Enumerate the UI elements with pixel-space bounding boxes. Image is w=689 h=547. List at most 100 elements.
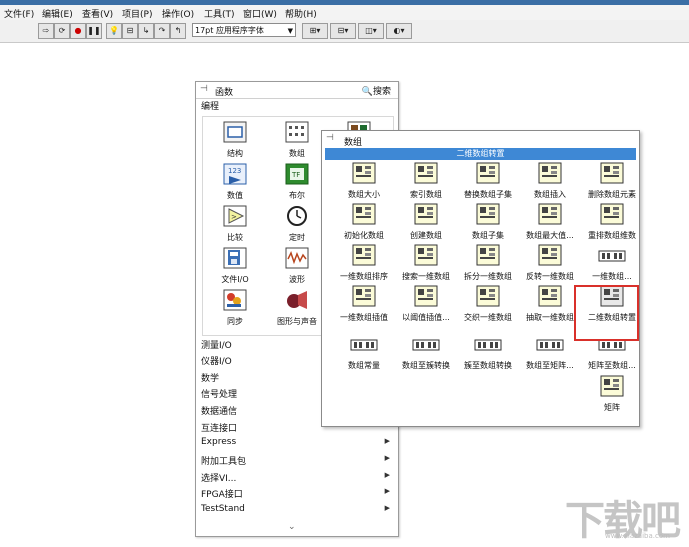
- array-fn-threshold-1d-array[interactable]: 以阈值插值...: [395, 285, 457, 327]
- array-fn-replace-subset[interactable]: 替换数组子集: [457, 162, 519, 204]
- array-fn-label: 一维数组...: [592, 272, 632, 281]
- chevron-right-icon: ▶: [384, 454, 390, 462]
- array-to-cluster-icon: [412, 339, 440, 351]
- fn-boolean[interactable]: TF 布尔: [269, 163, 325, 203]
- subpalette-select-vi[interactable]: 选择VI... ▶: [201, 471, 393, 485]
- array-fn-rotate-1d-array[interactable]: 一维数组...: [581, 244, 643, 286]
- array-icon: [285, 121, 309, 143]
- array-fn-label: 数组大小: [348, 190, 380, 199]
- array-fn-initialize-array[interactable]: 初始化数组: [333, 203, 395, 245]
- fn-timing[interactable]: 定时: [269, 205, 325, 245]
- array-fn-array-subset[interactable]: 数组子集: [457, 203, 519, 245]
- chevron-right-icon: ▶: [384, 504, 390, 512]
- array-fn-decimate-1d-array[interactable]: 抽取一维数组: [519, 285, 581, 327]
- pin-icon[interactable]: ⊣: [326, 133, 334, 143]
- array-fn-matrix[interactable]: 矩阵: [581, 375, 643, 417]
- comparison-icon: >: [223, 205, 247, 227]
- search-icon: 🔍: [361, 87, 373, 97]
- array-to-matrix-icon: [536, 339, 564, 351]
- fn-numeric[interactable]: 123 数值: [207, 163, 263, 203]
- split-1d-array-icon: [476, 244, 500, 266]
- menu-tools[interactable]: 工具(T): [204, 7, 235, 20]
- category-heading[interactable]: 编程: [201, 99, 219, 112]
- array-fn-label: 矩阵至数组...: [588, 361, 636, 370]
- retain-wire-values-icon[interactable]: ⊟: [122, 23, 138, 39]
- fn-synchronization[interactable]: 同步: [207, 289, 263, 329]
- structures-icon: [223, 121, 247, 143]
- subpalette-fpga-interface[interactable]: FPGA接口 ▶: [201, 487, 393, 501]
- run-arrow-icon[interactable]: ⇨: [38, 23, 54, 39]
- highlight-execution-icon[interactable]: 💡: [106, 23, 122, 39]
- subpalette-express[interactable]: Express ▶: [201, 437, 393, 451]
- array-fn-label: 搜索一维数组: [402, 272, 450, 281]
- resize-objects-icon[interactable]: ◫▾: [358, 23, 384, 39]
- array-fn-label: 数组最大值...: [526, 231, 574, 240]
- array-fn-array-to-cluster[interactable]: 数组至簇转换: [395, 333, 457, 375]
- subpalette-teststand[interactable]: TestStand ▶: [201, 504, 393, 518]
- array-fn-label: 数组至簇转换: [402, 361, 450, 370]
- fn-structures[interactable]: 结构: [207, 121, 263, 161]
- abort-icon[interactable]: ●: [70, 23, 86, 39]
- array-fn-index-array[interactable]: 索引数组: [395, 162, 457, 204]
- reorder-icon[interactable]: ◐▾: [386, 23, 412, 39]
- search-button[interactable]: 🔍搜索: [359, 83, 394, 98]
- fn-waveform[interactable]: 波形: [269, 247, 325, 287]
- subpalette-addons[interactable]: 附加工具包 ▶: [201, 454, 393, 468]
- array-fn-label: 以阈值插值...: [402, 313, 450, 322]
- array-fn-label: 数组子集: [472, 231, 504, 240]
- array-fn-label: 替换数组子集: [464, 190, 512, 199]
- menu-view[interactable]: 查看(V): [82, 7, 113, 20]
- menu-edit[interactable]: 编辑(E): [42, 7, 73, 20]
- chevron-right-icon: ▶: [384, 471, 390, 479]
- array-fn-array-max-min[interactable]: 数组最大值...: [519, 203, 581, 245]
- fn-comparison[interactable]: > 比较: [207, 205, 263, 245]
- array-fn-cluster-to-array[interactable]: 簇至数组转换: [457, 333, 519, 375]
- array-fn-delete-from-array[interactable]: 删除数组元素: [581, 162, 643, 204]
- run-continuously-icon[interactable]: ⟳: [54, 23, 70, 39]
- array-fn-label: 反转一维数组: [526, 272, 574, 281]
- expand-more-icon[interactable]: ⌄: [288, 522, 296, 532]
- distribute-objects-icon[interactable]: ⊟▾: [330, 23, 356, 39]
- step-over-icon[interactable]: ↷: [154, 23, 170, 39]
- menu-file[interactable]: 文件(F): [4, 7, 34, 20]
- pause-icon[interactable]: ❚❚: [86, 23, 102, 39]
- menu-operate[interactable]: 操作(O): [162, 7, 194, 20]
- array-fn-insert-into-array[interactable]: 数组插入: [519, 162, 581, 204]
- array-fn-label: 抽取一维数组: [526, 313, 574, 322]
- interleave-1d-arrays-icon: [476, 285, 500, 307]
- array-fn-reverse-1d-array[interactable]: 反转一维数组: [519, 244, 581, 286]
- step-into-icon[interactable]: ↳: [138, 23, 154, 39]
- array-fn-search-1d-array[interactable]: 搜索一维数组: [395, 244, 457, 286]
- font-select[interactable]: 17pt 应用程序字体 ▼: [192, 23, 296, 37]
- matrix-icon: [600, 375, 624, 397]
- waveform-icon: [285, 247, 309, 269]
- array-fn-array-to-matrix[interactable]: 数组至矩阵...: [519, 333, 581, 375]
- svg-text:123: 123: [228, 167, 241, 175]
- numeric-icon: 123: [223, 163, 247, 185]
- fn-graphics-sound[interactable]: 图形与声音: [269, 289, 325, 329]
- array-fn-label: 交织一维数组: [464, 313, 512, 322]
- menu-window[interactable]: 窗口(W): [243, 7, 277, 20]
- pin-icon[interactable]: ⊣: [200, 84, 208, 94]
- array-fn-sort-1d-array[interactable]: 一维数组排序: [333, 244, 395, 286]
- menu-project[interactable]: 项目(P): [122, 7, 152, 20]
- array-fn-label: 一维数组插值: [340, 313, 388, 322]
- array-fn-interpolate-1d-array[interactable]: 一维数组插值: [333, 285, 395, 327]
- index-array-icon: [414, 162, 438, 184]
- array-fn-array-constant[interactable]: 数组常量: [333, 333, 395, 375]
- array-fn-label: 索引数组: [410, 190, 442, 199]
- fn-file-io[interactable]: 文件I/O: [207, 247, 263, 287]
- array-fn-split-1d-array[interactable]: 拆分一维数组: [457, 244, 519, 286]
- watermark-logo: 下载吧 www.xiazaiba.com: [565, 488, 683, 544]
- array-fn-build-array[interactable]: 创建数组: [395, 203, 457, 245]
- step-out-icon[interactable]: ↰: [170, 23, 186, 39]
- menu-help[interactable]: 帮助(H): [285, 7, 317, 20]
- palette-title: 函数: [215, 88, 234, 98]
- array-fn-array-size[interactable]: 数组大小: [333, 162, 395, 204]
- array-fn-reshape-array[interactable]: 重排数组维数: [581, 203, 643, 245]
- array-fn-interleave-1d-arrays[interactable]: 交织一维数组: [457, 285, 519, 327]
- fn-array[interactable]: 数组: [269, 121, 325, 161]
- align-objects-icon[interactable]: ⊞▾: [302, 23, 328, 39]
- timing-icon: [287, 206, 307, 226]
- graphics-sound-icon: [287, 291, 307, 309]
